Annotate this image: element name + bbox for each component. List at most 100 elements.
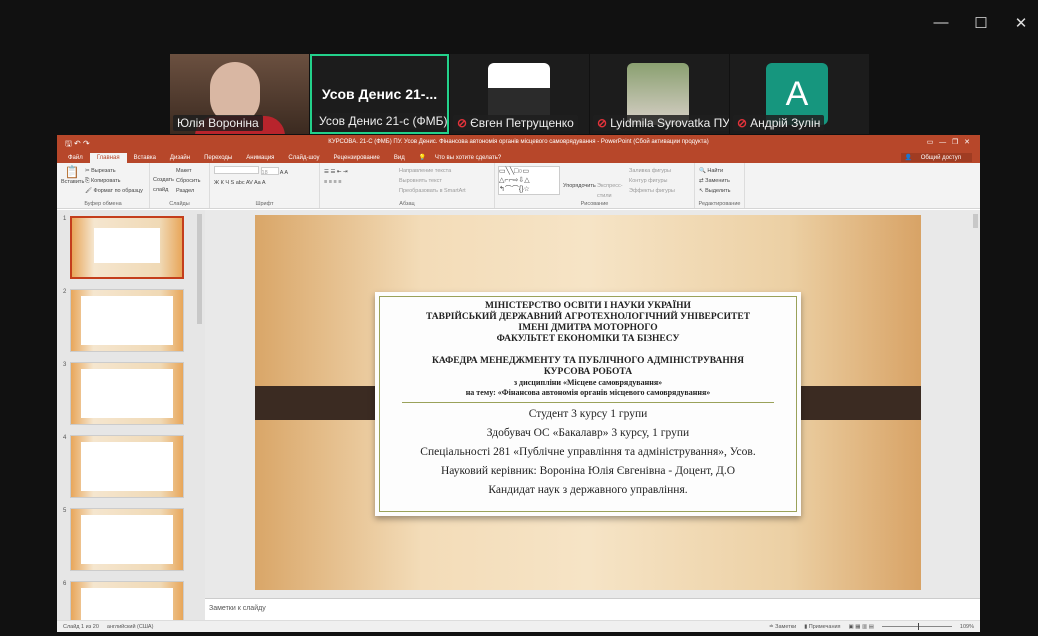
layout-button[interactable]: Макет [176, 166, 205, 176]
tab-file[interactable]: Файл [61, 153, 90, 163]
share-button[interactable]: 👤 Общий доступ [900, 153, 972, 162]
comments-toggle[interactable]: ▮ Примечания [804, 624, 840, 630]
replace-button[interactable]: ⇄ Заменить [699, 176, 740, 186]
paste-button[interactable]: 📋 Вставить [61, 166, 84, 187]
slide-heading: МІНІСТЕРСТВО ОСВІТИ І НАУКИ УКРАЇНИ [485, 301, 691, 311]
slide-detail: Спеціальності 281 «Публічне управління т… [420, 446, 756, 458]
slide-heading: ФАКУЛЬТЕТ ЕКОНОМІКИ ТА БІЗНЕСУ [496, 334, 680, 344]
text-direction-button[interactable]: Направление текста [399, 166, 490, 176]
title-card: МІНІСТЕРСТВО ОСВІТИ І НАУКИ УКРАЇНИ ТАВР… [375, 292, 801, 516]
thumbnail-number: 4 [63, 435, 67, 441]
minimize-button[interactable]: — [931, 14, 951, 31]
decorative-band-left [255, 386, 377, 420]
participant-tile[interactable]: Юлія Вороніна [170, 54, 309, 134]
muted-mic-icon: ⊘ [737, 116, 748, 130]
tab-home[interactable]: Главная [89, 153, 127, 163]
close-button[interactable]: ✕ [1011, 14, 1031, 32]
participant-tile[interactable]: ⊘ Lyidmila Syrovatka ПУ... [590, 54, 729, 134]
participant-display-name: Усов Денис 21-... [321, 86, 438, 102]
arrange-button[interactable]: Упорядочить [563, 181, 596, 191]
tab-animations[interactable]: Анимация [239, 153, 281, 163]
ppt-titlebar: 🖫 ↶ ↷ КУРСОВА. 21-С (ФМБ) ПУ. Усов Денис… [57, 135, 980, 150]
participant-name: ⊘ Євген Петрущенко [453, 115, 578, 131]
zoom-slider[interactable] [881, 623, 952, 630]
language-indicator[interactable]: английский (США) [107, 624, 154, 630]
slide-discipline: з дисципліни «Місцеве самоврядування» [513, 378, 663, 387]
slide-work-type: КУРСОВА РОБОТА [543, 367, 633, 377]
notes-placeholder: Заметки к слайду [209, 605, 266, 612]
shape-fill-button[interactable]: Заливка фигуры [629, 166, 690, 176]
group-label: Слайды [169, 201, 190, 207]
shared-screen-powerpoint: 🖫 ↶ ↷ КУРСОВА. 21-С (ФМБ) ПУ. Усов Денис… [57, 135, 980, 632]
group-label: Рисование [580, 201, 609, 207]
participant-tile-active-speaker[interactable]: Усов Денис 21-... Усов Денис 21-с (ФМБ)П… [310, 54, 449, 134]
current-slide[interactable]: МІНІСТЕРСТВО ОСВІТИ І НАУКИ УКРАЇНИ ТАВР… [255, 215, 921, 590]
view-buttons[interactable]: ▣ ▦ ▥ ▤ [849, 624, 874, 630]
notes-pane[interactable]: Заметки к слайду [205, 598, 980, 620]
slide-thumbnail[interactable] [70, 216, 184, 279]
slides-group: Создать слайд Макет Сбросить Раздел Слай… [150, 163, 210, 208]
clipboard-group: 📋 Вставить ✂ Вырезать ⎘ Копировать 🖌 Форм… [57, 163, 150, 208]
shape-effects-button[interactable]: Эффекты фигуры [629, 186, 690, 196]
participant-name: Усов Денис 21-с (ФМБ)ПУ [315, 113, 447, 129]
slide-heading: ТАВРІЙСЬКИЙ ДЕРЖАВНИЙ АГРОТЕХНОЛОГІЧНИЙ … [425, 312, 751, 322]
select-button[interactable]: ↖ Выделить [699, 186, 740, 196]
new-slide-button[interactable]: Создать слайд [153, 175, 174, 195]
ppt-window-title: КУРСОВА. 21-С (ФМБ) ПУ. Усов Денис. Фіна… [328, 139, 709, 145]
thumbnail-number: 5 [63, 508, 67, 514]
format-painter-button[interactable]: 🖌 Формат по образцу [85, 186, 145, 196]
participant-name: ⊘ Андрій Зулін [733, 115, 825, 131]
slide-scrollbar[interactable] [973, 214, 978, 228]
group-label: Буфер обмена [84, 201, 122, 207]
tab-review[interactable]: Рецензирование [327, 153, 387, 163]
slide-thumbnail[interactable] [70, 508, 184, 571]
align-text-button[interactable]: Выровнять текст [399, 176, 490, 186]
decorative-band-right [786, 386, 921, 420]
participant-name: Юлія Вороніна [173, 115, 263, 131]
slide-department: КАФЕДРА МЕНЕДЖМЕНТУ ТА ПУБЛІЧНОГО АДМІНІ… [431, 356, 745, 366]
find-button[interactable]: 🔍 Найти [699, 166, 740, 176]
ribbon-tabs: Файл Главная Вставка Дизайн Переходы Ани… [57, 150, 980, 163]
slide-thumbnail[interactable] [70, 435, 184, 498]
tab-slideshow[interactable]: Слайд-шоу [281, 153, 326, 163]
participant-name: ⊘ Lyidmila Syrovatka ПУ... [593, 115, 729, 131]
quick-styles-button[interactable]: Экспресс-стили [597, 181, 627, 201]
smartart-button[interactable]: Преобразовать в SmartArt [399, 186, 490, 196]
tab-design[interactable]: Дизайн [163, 153, 197, 163]
slide-heading: ІМЕНІ ДМИТРА МОТОРНОГО [518, 323, 658, 333]
ppt-window-controls[interactable]: ▭ — ❐ ✕ [927, 138, 970, 146]
muted-mic-icon: ⊘ [457, 116, 468, 130]
tell-me-search[interactable]: 💡 Что вы хотите сделать? [412, 152, 515, 163]
group-label: Шрифт [255, 201, 274, 207]
paragraph-buttons[interactable]: ☰ ☰ ⇤ ⇥ ≡ ≡ ≡ ≡ [324, 167, 394, 187]
thumbnail-number: 6 [63, 581, 67, 587]
tab-transitions[interactable]: Переходы [197, 153, 239, 163]
maximize-button[interactable]: ☐ [971, 14, 991, 32]
reset-button[interactable]: Сбросить [176, 176, 205, 186]
participant-tile[interactable]: A ⊘ Андрій Зулін [730, 54, 869, 134]
shapes-gallery[interactable]: ▭╲╲□○▭ △⌐⌐⇨⇩△ ↰⌒⌒{}☆ [498, 166, 560, 195]
notes-toggle[interactable]: ≐ Заметки [769, 624, 796, 630]
font-size-input[interactable]: 18 [260, 167, 279, 176]
section-button[interactable]: Раздел [176, 186, 205, 196]
slide-thumbnails-panel: 1 2 3 4 5 6 [57, 210, 205, 620]
font-format-buttons[interactable]: Ж К Ч S abc AV Aa A [214, 178, 315, 188]
tab-insert[interactable]: Вставка [127, 153, 163, 163]
font-name-input[interactable] [214, 166, 259, 174]
slide-editor: МІНІСТЕРСТВО ОСВІТИ І НАУКИ УКРАЇНИ ТАВР… [205, 210, 980, 598]
thumbnail-number: 2 [63, 289, 67, 295]
tab-view[interactable]: Вид [387, 153, 412, 163]
slide-thumbnail[interactable] [70, 362, 184, 425]
zoom-level: 109% [959, 623, 974, 630]
copy-button[interactable]: ⎘ Копировать [85, 176, 145, 186]
cut-button[interactable]: ✂ Вырезать [85, 166, 145, 176]
slide-detail: Науковий керівник: Вороніна Юлія Євгенів… [440, 465, 736, 477]
thumbnails-scrollbar[interactable] [197, 214, 202, 324]
participant-tile[interactable]: ⊘ Євген Петрущенко [450, 54, 589, 134]
paragraph-group: ☰ ☰ ⇤ ⇥ ≡ ≡ ≡ ≡ Направление текста Выровн… [320, 163, 495, 208]
slide-thumbnail[interactable] [70, 581, 184, 620]
ribbon: 📋 Вставить ✂ Вырезать ⎘ Копировать 🖌 Форм… [57, 163, 980, 209]
thumbnail-number: 3 [63, 362, 67, 368]
shape-outline-button[interactable]: Контур фигуры [629, 176, 690, 186]
slide-thumbnail[interactable] [70, 289, 184, 352]
